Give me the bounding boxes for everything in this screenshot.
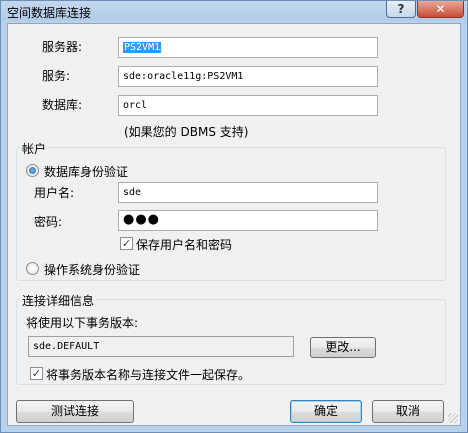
cancel-button[interactable]: 取消 <box>372 400 444 423</box>
test-connection-button[interactable]: 测试连接 <box>16 400 134 423</box>
os-auth-label[interactable]: 操作系统身份验证 <box>44 261 140 278</box>
save-credentials-label[interactable]: 保存用户名和密码 <box>136 236 232 253</box>
window-title: 空间数据库连接 <box>7 6 92 20</box>
db-auth-radio[interactable] <box>26 164 39 177</box>
password-label: 密码: <box>34 215 63 229</box>
os-auth-radio[interactable] <box>26 262 39 275</box>
db-auth-label[interactable]: 数据库身份验证 <box>44 163 128 180</box>
server-label: 服务器: <box>42 40 83 54</box>
account-legend: 帐户 <box>20 140 49 157</box>
database-label: 数据库: <box>42 98 83 112</box>
save-version-label[interactable]: 将事务版本名称与连接文件一起保存。 <box>46 366 250 383</box>
username-input[interactable]: sde <box>118 182 378 203</box>
database-hint: (如果您的 DBMS 支持) <box>124 125 249 139</box>
version-label: 将使用以下事务版本: <box>26 316 139 330</box>
password-input[interactable]: ●●● <box>118 210 378 231</box>
check-icon: ✓ <box>31 367 42 380</box>
dialog-window: 空间数据库连接 ? ✕ 服务器: PS2VM1 服务: sde:oracle11… <box>0 0 468 433</box>
check-icon: ✓ <box>121 237 132 250</box>
database-input[interactable]: orcl <box>118 95 378 116</box>
help-button[interactable]: ? <box>386 1 416 18</box>
ok-button[interactable]: 确定 <box>290 400 362 423</box>
resize-grip-icon[interactable] <box>448 413 458 423</box>
service-input[interactable]: sde:oracle11g:PS2VM1 <box>118 66 378 87</box>
version-value-box: sde.DEFAULT <box>28 336 294 357</box>
username-label: 用户名: <box>34 186 75 200</box>
server-input[interactable]: PS2VM1 <box>118 37 378 58</box>
close-icon: ✕ <box>435 2 446 16</box>
details-legend: 连接详细信息 <box>20 292 97 309</box>
close-button[interactable]: ✕ <box>417 1 464 18</box>
service-label: 服务: <box>42 69 71 83</box>
title-bar[interactable]: 空间数据库连接 ? ✕ <box>1 1 467 21</box>
dialog-body: 服务器: PS2VM1 服务: sde:oracle11g:PS2VM1 数据库… <box>7 23 461 426</box>
save-credentials-checkbox[interactable]: ✓ <box>120 237 133 250</box>
server-value: PS2VM1 <box>123 42 162 53</box>
save-version-checkbox[interactable]: ✓ <box>30 367 43 380</box>
help-icon: ? <box>397 2 405 16</box>
change-version-button[interactable]: 更改... <box>310 337 376 358</box>
